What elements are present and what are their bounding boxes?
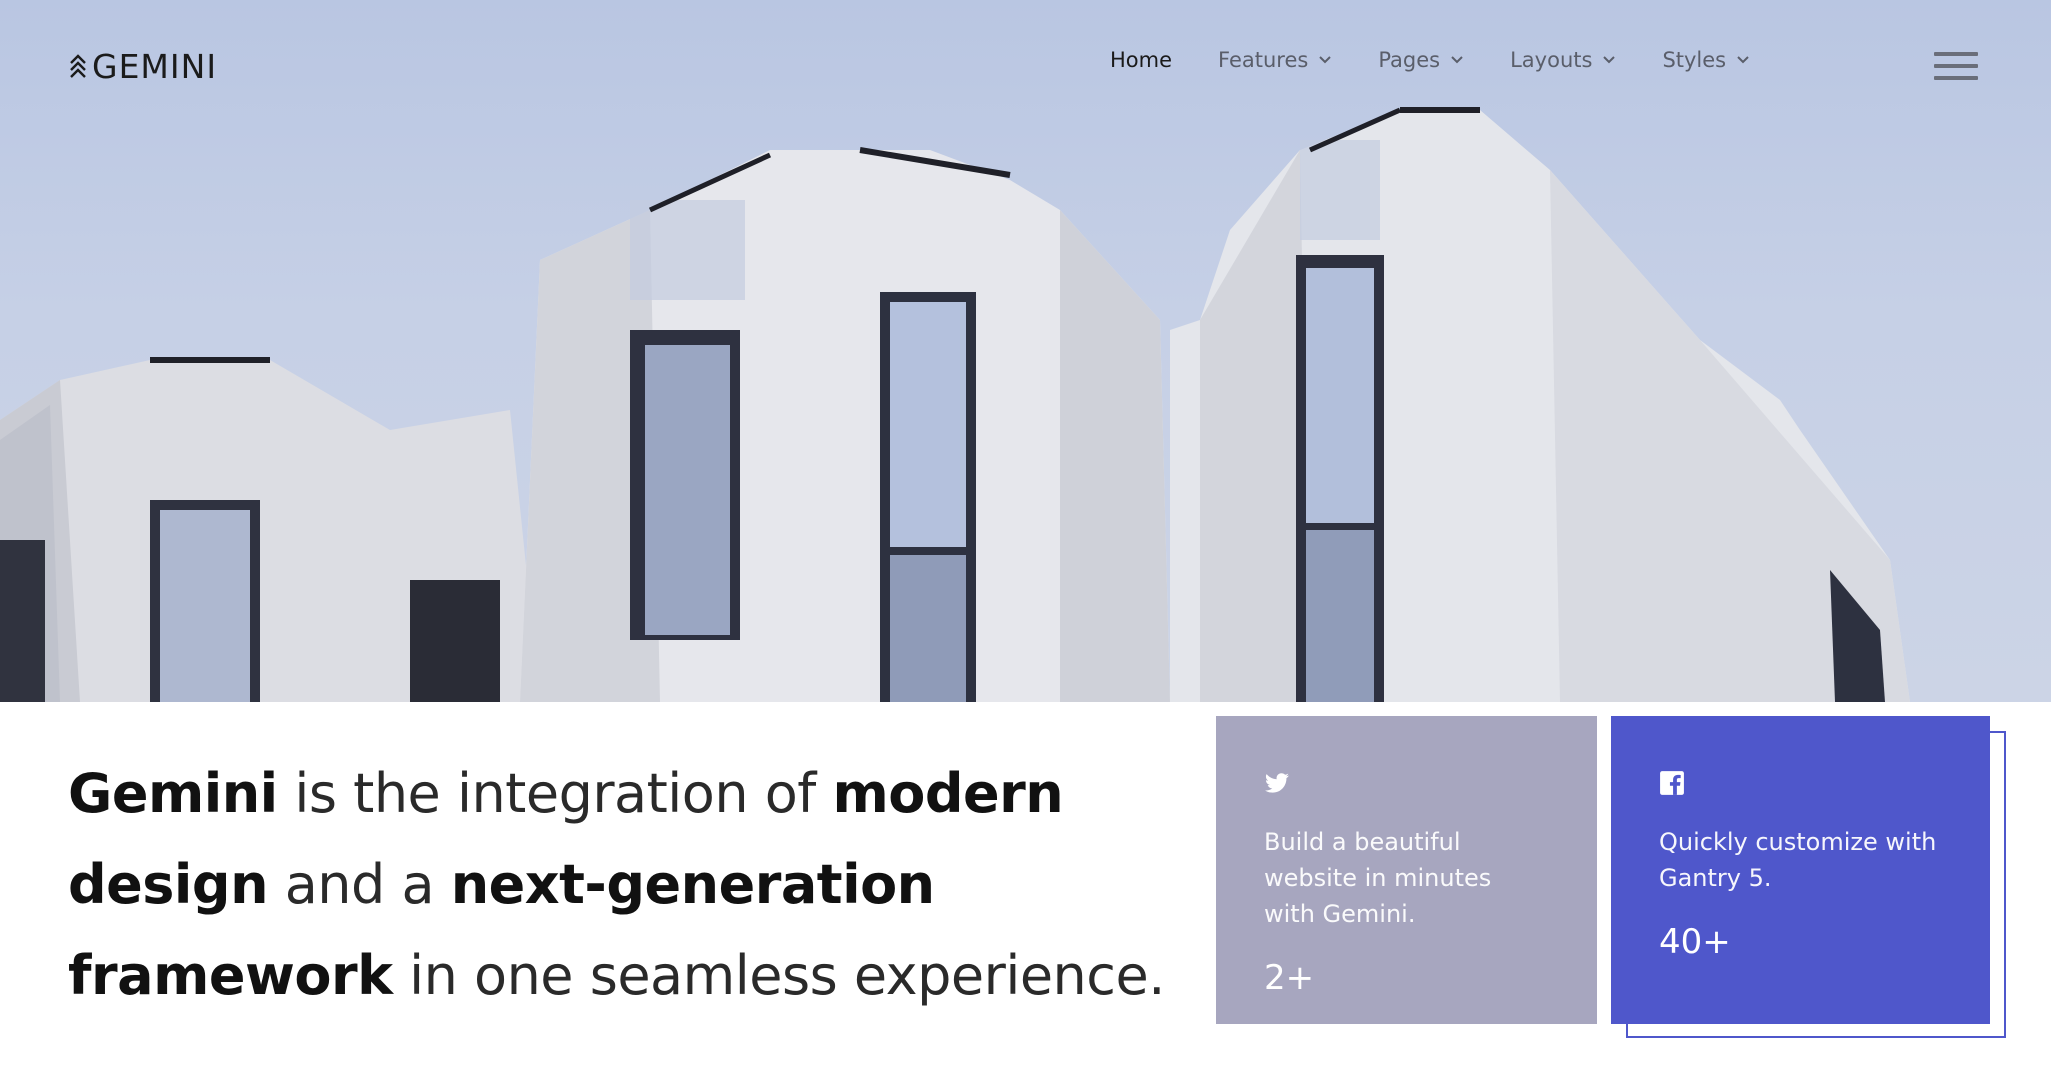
headline-bold: Gemini xyxy=(68,762,278,825)
card-count: 2+ xyxy=(1264,958,1315,998)
headline-regular: and a xyxy=(268,853,451,916)
nav-item-pages[interactable]: Pages xyxy=(1378,48,1464,72)
nav-item-home[interactable]: Home xyxy=(1110,48,1172,72)
chevron-down-icon xyxy=(1737,56,1749,64)
nav-item-label: Styles xyxy=(1662,48,1727,72)
card-text: Quickly customize with Gantry 5. xyxy=(1659,828,1937,892)
card-count: 40+ xyxy=(1659,922,1731,962)
nav-item-styles[interactable]: Styles xyxy=(1662,48,1750,72)
headline: Gemini is the integration of modern desi… xyxy=(68,748,1218,1021)
chevron-down-icon xyxy=(1603,56,1616,64)
nav-item-layouts[interactable]: Layouts xyxy=(1510,48,1616,72)
hamburger-menu-icon[interactable] xyxy=(1934,52,1978,84)
nav-item-label: Pages xyxy=(1378,48,1441,72)
nav-item-label: Features xyxy=(1218,48,1309,72)
main-nav: Home Features Pages Layouts Styles xyxy=(1110,48,1796,72)
twitter-icon xyxy=(1265,773,1289,793)
chevron-down-icon xyxy=(1319,56,1332,64)
nav-item-features[interactable]: Features xyxy=(1218,48,1332,72)
headline-regular: in one seamless experience. xyxy=(392,944,1165,1007)
chevrons-up-icon xyxy=(70,54,86,78)
nav-item-label: Home xyxy=(1110,48,1173,72)
building-illustration xyxy=(0,107,1910,702)
site-logo[interactable]: GEMINI xyxy=(68,44,217,88)
hamburger-bar xyxy=(1934,76,1978,80)
hamburger-bar xyxy=(1934,64,1978,68)
hero-image xyxy=(0,0,2051,702)
hamburger-bar xyxy=(1934,52,1978,56)
headline-regular: is the integration of xyxy=(277,762,833,825)
card-text: Build a beautiful website in minutes wit… xyxy=(1264,828,1492,928)
feature-card-twitter[interactable]: Build a beautiful website in minutes wit… xyxy=(1216,716,1597,1024)
facebook-icon xyxy=(1660,771,1684,795)
logo-text: GEMINI xyxy=(92,46,218,86)
chevron-down-icon xyxy=(1451,56,1463,64)
feature-card-facebook[interactable]: Quickly customize with Gantry 5. 40+ xyxy=(1611,716,1990,1024)
nav-item-label: Layouts xyxy=(1510,48,1593,72)
